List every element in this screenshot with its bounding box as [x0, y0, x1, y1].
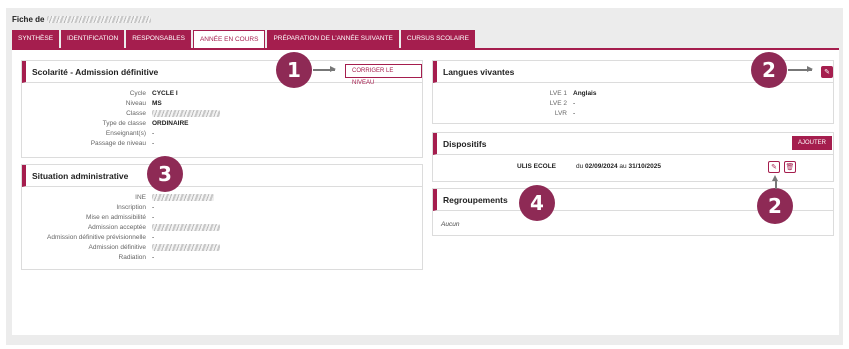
situation-card: Situation administrative INE Inscription… [21, 164, 423, 270]
tab-annee-en-cours[interactable]: Année en cours [192, 30, 266, 48]
row-admission-previsionnelle: Admission définitive prévisionnelle - [47, 234, 155, 241]
row-enseignants: Enseignant(s) - [105, 130, 155, 137]
regroupements-title: Regroupements [443, 195, 508, 205]
edit-dispositif-button[interactable]: ✎ [768, 161, 780, 173]
row-admission-acceptee: Admission acceptée [32, 223, 220, 233]
annotation-marker-2-bottom: 2 [757, 188, 793, 224]
annotation-marker-2-top: 2 [751, 52, 787, 88]
scolarite-details: Cycle CYCLE I Niveau MS Classe Type de cla… [32, 89, 220, 149]
tab-responsables[interactable]: Responsables [126, 30, 191, 48]
redacted-ine [152, 194, 214, 201]
ajouter-dispositif-button[interactable]: AJOUTER [792, 136, 833, 150]
row-admission-definitive: Admission définitive [32, 243, 220, 253]
redacted-admission-definitive [152, 244, 220, 251]
page-title: Fiche de [12, 15, 151, 24]
annotation-arrow-2-bottom [772, 175, 778, 189]
row-radiation: Radiation - [118, 254, 155, 261]
row-lvr: LVR - [554, 110, 576, 117]
dispositifs-title: Dispositifs [443, 139, 487, 149]
pencil-icon: ✎ [771, 164, 777, 171]
tab-bar: Synthèse Identification Responsables Ann… [12, 30, 475, 48]
redacted-classe [152, 110, 220, 117]
trash-icon: 🗑 [785, 164, 795, 171]
redacted-student-name [46, 16, 151, 24]
tab-preparation-annee-suivante[interactable]: Préparation de l'année suivante [267, 30, 399, 48]
row-niveau: Niveau MS [125, 100, 162, 107]
annotation-marker-4: 4 [519, 185, 555, 221]
annotation-marker-1: 1 [276, 52, 312, 88]
langues-title: Langues vivantes [443, 67, 515, 77]
annotation-arrow-2-top [788, 66, 813, 72]
tab-content: Scolarité - Admission définitive CORRIGE… [12, 48, 839, 335]
row-type-classe: Type de classe ORDINAIRE [102, 120, 189, 127]
dispositifs-header: Dispositifs AJOUTER [433, 133, 833, 155]
row-ine: INE [32, 193, 220, 203]
delete-dispositif-button[interactable]: 🗑 [784, 161, 796, 173]
tab-synthese[interactable]: Synthèse [12, 30, 60, 48]
tab-identification[interactable]: Identification [61, 30, 125, 48]
situation-title: Situation administrative [32, 171, 129, 181]
scolarite-header: Scolarité - Admission définitive CORRIGE… [22, 61, 422, 86]
scolarite-title: Scolarité - Admission définitive [32, 67, 159, 77]
row-passage-niveau: Passage de niveau - [90, 140, 155, 147]
edit-langues-button[interactable]: ✎ [821, 66, 833, 78]
annotation-arrow-1 [313, 66, 336, 72]
row-lve1: LVE 1 Anglais [549, 90, 597, 97]
tab-cursus-scolaire[interactable]: Cursus scolaire [400, 30, 475, 48]
pencil-icon: ✎ [824, 69, 830, 76]
row-inscription: Inscription - [116, 204, 155, 211]
redacted-admission-acceptee [152, 224, 220, 231]
situation-details: INE Inscription - Mise en admissibilité - … [32, 193, 220, 263]
row-lve2: LVE 2- [549, 100, 576, 107]
dispositif-name: ULIS ECOLE [517, 163, 557, 170]
row-cycle: Cycle CYCLE I [129, 90, 178, 97]
scolarite-card: Scolarité - Admission définitive CORRIGE… [21, 60, 423, 158]
corriger-niveau-button[interactable]: CORRIGER LE NIVEAU [345, 64, 422, 86]
row-mise-admissibilite: Mise en admissibilité - [86, 214, 155, 221]
row-classe: Classe [32, 109, 220, 119]
dispositif-dates: du 02/09/2024 au 31/10/2025 [576, 163, 661, 170]
annotation-marker-3: 3 [147, 156, 183, 192]
regroupements-value: Aucun [441, 221, 460, 228]
langues-details: LVE 1 Anglais LVE 2- LVR - [453, 89, 597, 119]
situation-header: Situation administrative [22, 165, 422, 187]
